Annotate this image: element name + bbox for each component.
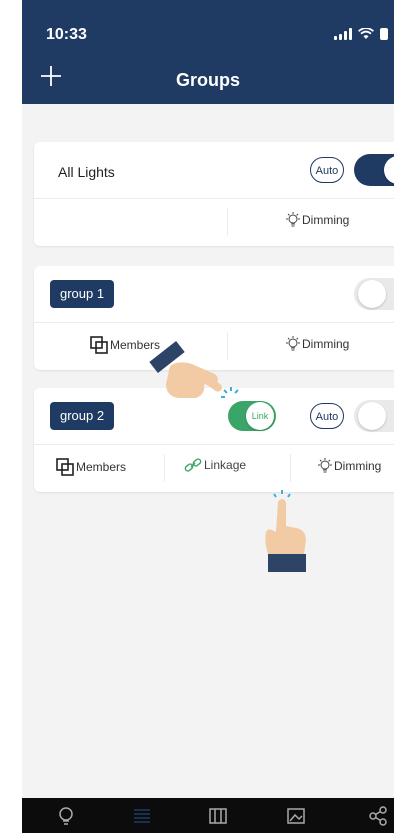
- card-actions-row: Dimming: [34, 198, 394, 246]
- tap-ripple-icon: [221, 387, 239, 398]
- toggle-knob: [358, 280, 386, 308]
- toggle-knob: [358, 402, 386, 430]
- card-header-row: group 1: [34, 266, 394, 323]
- tab-bar: [22, 798, 394, 833]
- wifi-icon: [358, 28, 374, 39]
- share-icon[interactable]: [368, 806, 388, 826]
- signal-icon: [334, 28, 352, 40]
- divider: [290, 454, 291, 482]
- group-name[interactable]: group 2: [50, 402, 115, 430]
- members-label: Members: [76, 460, 127, 474]
- group-power-toggle[interactable]: [354, 154, 394, 186]
- status-time: 10:33: [46, 26, 87, 43]
- toggle-knob: [384, 156, 394, 184]
- members-icon: [56, 458, 74, 476]
- divider: [164, 454, 165, 482]
- dimming-button[interactable]: Dimming: [286, 212, 349, 228]
- card-actions-row: Members Linkage Dimming: [34, 444, 394, 492]
- battery-icon: [380, 28, 388, 40]
- members-button[interactable]: Members: [56, 458, 126, 476]
- dimming-label: Dimming: [334, 459, 382, 473]
- status-icons: [334, 28, 388, 40]
- group-power-toggle[interactable]: [354, 400, 394, 432]
- dimming-button[interactable]: Dimming: [286, 336, 349, 352]
- bulb-icon[interactable]: [56, 806, 76, 826]
- dimming-label: Dimming: [302, 337, 350, 351]
- page-title: Groups: [175, 70, 240, 90]
- group-name: All Lights: [58, 164, 115, 180]
- group-name[interactable]: group 1: [50, 280, 115, 308]
- dimming-button[interactable]: Dimming: [318, 458, 381, 474]
- linkage-label: Linkage: [204, 458, 247, 472]
- group-power-toggle[interactable]: [354, 278, 394, 310]
- link-toggle-knob: Link: [246, 402, 274, 430]
- bulb-icon: [286, 336, 300, 351]
- gallery-icon[interactable]: [286, 806, 306, 826]
- card-header-row: All Lights Auto: [34, 142, 394, 199]
- linkage-button[interactable]: Linkage: [184, 458, 246, 472]
- app-screen: 10:33 Groups All Lights Auto Dimming gro…: [22, 0, 394, 833]
- scenes-icon[interactable]: [208, 806, 228, 826]
- pointing-hand-icon: [265, 490, 306, 572]
- header-bar: 10:33 Groups: [22, 0, 394, 104]
- dimming-label: Dimming: [302, 213, 350, 227]
- groups-icon[interactable]: [132, 806, 152, 826]
- divider: [227, 208, 228, 236]
- bulb-icon: [286, 212, 300, 227]
- group-card-all-lights: All Lights Auto Dimming: [34, 142, 394, 246]
- auto-button[interactable]: Auto: [310, 157, 344, 183]
- auto-button[interactable]: Auto: [310, 403, 344, 429]
- link-icon: [184, 458, 202, 472]
- bulb-icon: [318, 458, 332, 473]
- members-icon: [90, 336, 108, 354]
